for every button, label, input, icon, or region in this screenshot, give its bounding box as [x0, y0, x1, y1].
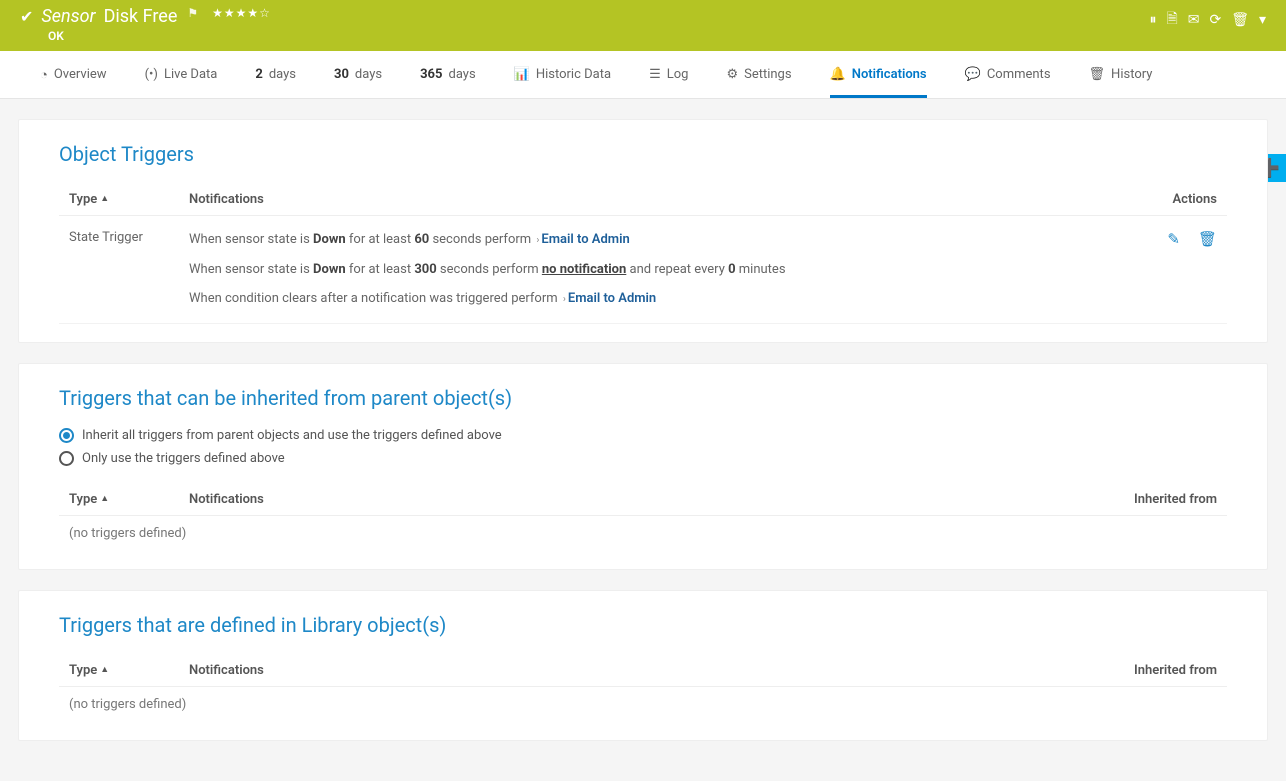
col-header-actions: Actions [1127, 192, 1217, 207]
panel-title-library: Triggers that are defined in Library obj… [59, 613, 1227, 637]
email-to-admin-link[interactable]: Email to Admin [541, 232, 629, 247]
tab-comments[interactable]: 💬 Comments [965, 51, 1051, 98]
chevron-down-icon[interactable]: ▾ [1259, 12, 1266, 28]
trigger-type: State Trigger [69, 230, 189, 245]
radio-inherit-all-label: Inherit all triggers from parent objects… [82, 428, 502, 443]
sort-caret-icon: ▲ [100, 665, 109, 675]
tab-settings[interactable]: ⚙ Settings [726, 51, 791, 98]
chart-icon: 📊 [514, 67, 530, 82]
radio-only-defined[interactable]: Only use the triggers defined above [59, 451, 1227, 466]
radio-only-defined-label: Only use the triggers defined above [82, 451, 285, 466]
status-ok-label: OK [48, 29, 271, 43]
no-notification-link[interactable]: no notification [542, 262, 626, 277]
trigger-condition-1: When sensor state is Down for at least 6… [189, 230, 1127, 250]
delete-icon[interactable]: 🗑 [1198, 230, 1217, 248]
radio-inherit-all[interactable]: Inherit all triggers from parent objects… [59, 428, 1227, 443]
tab-history-label: History [1111, 67, 1152, 82]
col-header-type-inh[interactable]: Type▲ [69, 492, 189, 507]
chevron-right-icon: › [536, 235, 539, 246]
gear-icon: ⚙ [726, 67, 738, 82]
col-header-type-lib[interactable]: Type▲ [69, 663, 189, 678]
tab-history[interactable]: 🗑 History [1089, 51, 1153, 98]
col-header-inherited-from-lib[interactable]: Inherited from [1077, 663, 1217, 678]
tab-365-num: 365 [420, 67, 442, 82]
broadcast-icon: (•) [145, 67, 158, 82]
trigger-condition-3: When condition clears after a notificati… [189, 289, 1127, 309]
sensor-name: Disk Free [104, 6, 178, 27]
status-check-icon: ✔ [20, 7, 33, 26]
tab-30-days[interactable]: 30 days [334, 51, 382, 98]
email-to-admin-link-2[interactable]: Email to Admin [568, 291, 656, 306]
sort-caret-icon: ▲ [100, 494, 109, 504]
sort-caret-icon: ▲ [100, 194, 109, 204]
tab-2-days[interactable]: 2 days [255, 51, 296, 98]
col-header-notif-inh[interactable]: Notifications [189, 492, 1077, 507]
trigger-row: State Trigger When sensor state is Down … [59, 216, 1227, 324]
tab-log-label: Log [667, 67, 689, 82]
panel-object-triggers: Object Triggers Type▲ Notifications Acti… [18, 119, 1268, 343]
flag-icon[interactable]: ⚑ [187, 6, 198, 20]
tabs-bar: ◔ Overview (•) Live Data 2 days 30 days … [0, 51, 1286, 99]
bell-icon: 🔔 [830, 67, 846, 82]
tab-settings-label: Settings [744, 67, 791, 82]
tab-historic-label: Historic Data [536, 67, 611, 82]
header-actions: ⏸ 🗎 ✉ ⟳ 🗑 ▾ [1149, 8, 1266, 32]
no-triggers-library: (no triggers defined) [59, 687, 1227, 722]
tab-30-num: 30 [334, 67, 349, 82]
pause-icon[interactable]: ⏸ [1149, 12, 1156, 28]
tab-2-lbl: days [269, 67, 296, 82]
tab-notifications-label: Notifications [852, 67, 927, 82]
tab-overview-label: Overview [54, 67, 107, 82]
col-header-notifications[interactable]: Notifications [189, 192, 1127, 207]
tab-overview[interactable]: ◔ Overview [40, 51, 107, 98]
list-icon: ☰ [649, 67, 661, 82]
panel-title-object-triggers: Object Triggers [59, 142, 1227, 166]
history-icon: 🗑 [1089, 67, 1106, 82]
comment-icon: 💬 [965, 67, 981, 82]
trash-icon[interactable]: 🗑 [1231, 12, 1249, 28]
email-icon[interactable]: ✉ [1188, 12, 1200, 28]
stars-empty: ☆ [259, 6, 271, 20]
gauge-icon: ◔ [40, 67, 48, 83]
new-tab-icon[interactable]: 🗎 [1166, 8, 1177, 32]
sensor-type-label: Sensor [41, 6, 95, 27]
tab-historic-data[interactable]: 📊 Historic Data [514, 51, 611, 98]
no-triggers-inherited: (no triggers defined) [59, 516, 1227, 551]
refresh-icon[interactable]: ⟳ [1209, 12, 1221, 28]
tab-comments-label: Comments [987, 67, 1051, 82]
tab-notifications[interactable]: 🔔 Notifications [830, 51, 927, 98]
col-header-inherited-from[interactable]: Inherited from [1077, 492, 1217, 507]
col-header-type[interactable]: Type▲ [69, 192, 189, 207]
tab-30-lbl: days [355, 67, 382, 82]
radio-icon-selected [59, 428, 74, 443]
tab-live-data[interactable]: (•) Live Data [145, 51, 218, 98]
priority-stars[interactable]: ★★★★☆ [212, 6, 271, 20]
chevron-right-icon: › [563, 294, 566, 305]
radio-icon-unselected [59, 451, 74, 466]
tab-365-days[interactable]: 365 days [420, 51, 476, 98]
tab-live-label: Live Data [164, 67, 217, 82]
tab-2-num: 2 [255, 67, 262, 82]
page-header: ✔ Sensor Disk Free ⚑ ★★★★☆ OK ⏸ 🗎 ✉ ⟳ 🗑 … [0, 0, 1286, 51]
tab-365-lbl: days [448, 67, 475, 82]
edit-icon[interactable]: ✎ [1167, 230, 1180, 248]
stars-full: ★★★★ [212, 6, 259, 20]
panel-title-inherited: Triggers that can be inherited from pare… [59, 386, 1227, 410]
tab-log[interactable]: ☰ Log [649, 51, 688, 98]
col-type-label: Type [69, 192, 97, 207]
col-header-notif-lib[interactable]: Notifications [189, 663, 1077, 678]
trigger-condition-2: When sensor state is Down for at least 3… [189, 260, 1127, 280]
panel-inherited-triggers: Triggers that can be inherited from pare… [18, 363, 1268, 570]
panel-library-triggers: Triggers that are defined in Library obj… [18, 590, 1268, 741]
